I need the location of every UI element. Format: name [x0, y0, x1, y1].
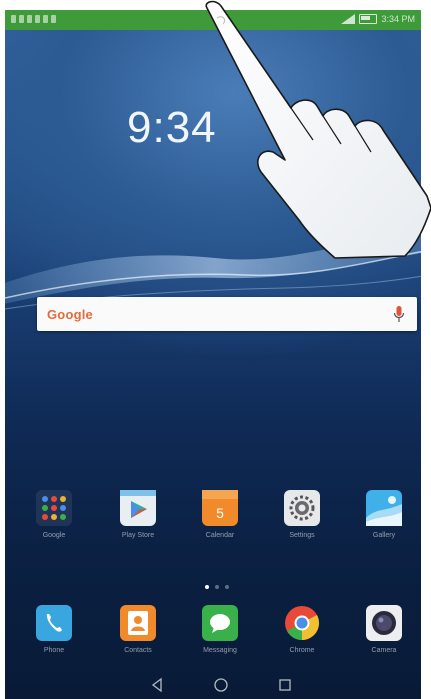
chrome-icon: [284, 605, 320, 641]
page-indicator: [205, 585, 229, 589]
settings-icon: [284, 490, 320, 526]
dock-app-chrome[interactable]: Chrome: [277, 605, 327, 654]
app-label: Settings: [289, 532, 315, 539]
folder-icon: [36, 490, 72, 526]
calendar-icon: 5: [202, 490, 238, 526]
app-label: Chrome: [289, 647, 315, 654]
microphone-icon[interactable]: [393, 305, 405, 323]
calendar-day: 5: [216, 505, 224, 521]
messaging-icon: [202, 605, 238, 641]
navigation-bar: [5, 671, 421, 699]
app-label: Messaging: [203, 647, 237, 654]
page-dot: [215, 585, 219, 589]
app-label: Phone: [43, 647, 65, 654]
gallery-icon: [366, 490, 402, 526]
app-label: Camera: [371, 647, 397, 654]
dock-app-contacts[interactable]: Contacts: [113, 605, 163, 654]
dock-app-phone[interactable]: Phone: [29, 605, 79, 654]
app-google-folder[interactable]: Google: [29, 490, 79, 539]
dock-app-camera[interactable]: Camera: [359, 605, 409, 654]
app-label: Gallery: [372, 532, 396, 539]
google-logo: Google: [47, 307, 93, 322]
notification-icons: [11, 15, 56, 23]
contacts-icon: [120, 605, 156, 641]
phone-icon: [36, 605, 72, 641]
app-gallery[interactable]: Gallery: [359, 490, 409, 539]
app-calendar[interactable]: 5 Calendar: [195, 490, 245, 539]
app-label: Play Store: [121, 532, 155, 539]
camera-icon: [366, 605, 402, 641]
app-settings[interactable]: Settings: [277, 490, 327, 539]
app-label: Contacts: [124, 647, 152, 654]
recents-icon[interactable]: [277, 677, 293, 693]
app-play-store[interactable]: Play Store: [113, 490, 163, 539]
home-icon[interactable]: [213, 677, 229, 693]
page-dot: [205, 585, 209, 589]
play-store-icon: [120, 490, 156, 526]
dock-app-messaging[interactable]: Messaging: [195, 605, 245, 654]
google-search-bar[interactable]: Google: [37, 297, 417, 331]
back-icon[interactable]: [149, 677, 165, 693]
app-label: Google: [42, 532, 66, 539]
swipe-down-hand-illustration: [205, 0, 431, 259]
app-label: Calendar: [205, 532, 235, 539]
page-dot: [225, 585, 229, 589]
